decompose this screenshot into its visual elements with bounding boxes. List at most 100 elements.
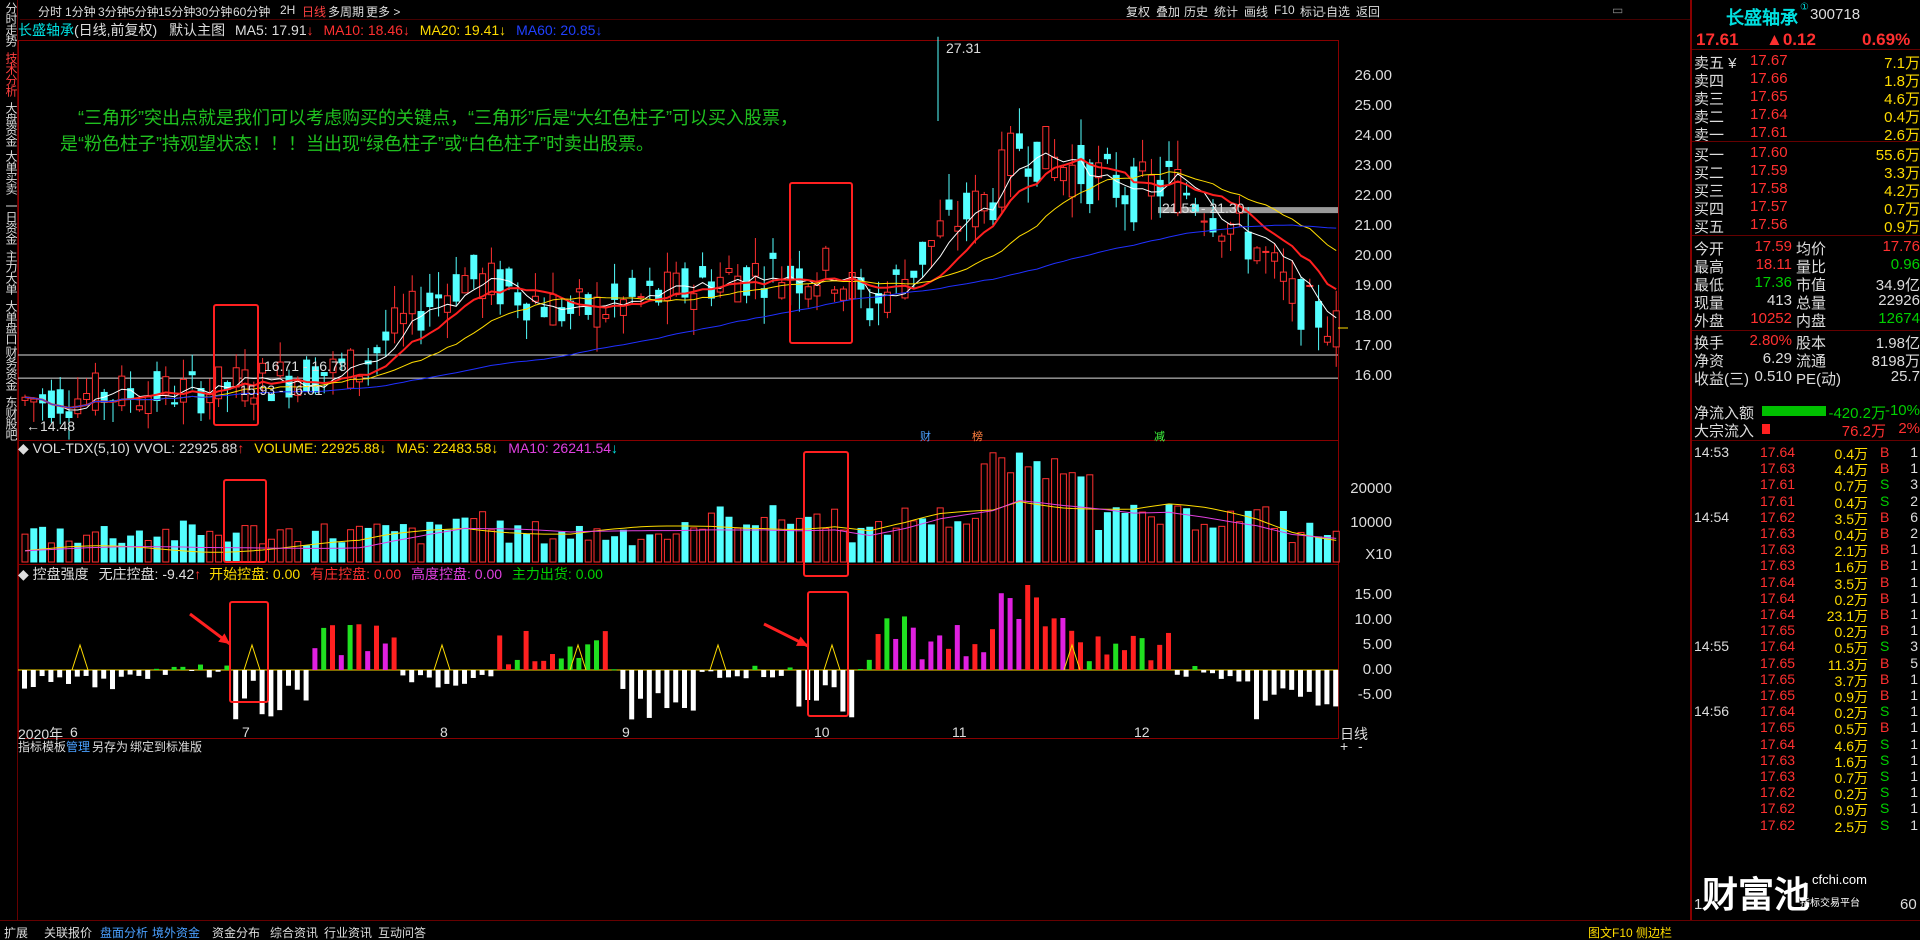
period-9[interactable]: 日线 [302, 3, 326, 20]
event-marker-finance[interactable]: 财 [920, 428, 931, 444]
status-tab-6[interactable]: 综合资讯 [270, 924, 318, 940]
period-2[interactable]: 1分钟 [65, 3, 96, 20]
left-tab-4[interactable]: 大单买卖 [1, 150, 18, 194]
tick-row[interactable]: 14:53 17.64 0.4万 B 1 [1694, 444, 1920, 462]
tick-row[interactable]: 17.64 0.2万 B 1 [1694, 590, 1920, 608]
indicator-tab-4[interactable]: 另存为 [92, 738, 128, 755]
bid-row[interactable]: 买一 17.60 55.6万 [1694, 144, 1920, 164]
toolbar-action-4[interactable]: 统计 [1214, 3, 1238, 20]
left-tab-6[interactable]: 主力大单 [1, 250, 18, 294]
tick-row[interactable]: 17.63 1.6万 S 1 [1694, 752, 1920, 770]
tick-row[interactable]: 17.63 0.4万 B 2 [1694, 525, 1920, 543]
volume-bar [1288, 542, 1296, 563]
toolbar-action-9[interactable]: 返回 [1356, 3, 1380, 20]
left-tab-2[interactable]: 技术分析 [1, 52, 18, 96]
toolbar-action-2[interactable]: 叠加 [1156, 3, 1180, 20]
signal-triangle [243, 643, 261, 671]
ask-row[interactable]: 卖五 ¥17.67 7.1万 [1694, 52, 1920, 72]
status-tab-2[interactable]: 关联报价 [44, 924, 92, 940]
tick-row[interactable]: 17.63 1.6万 B 1 [1694, 557, 1920, 575]
stock-info-icon[interactable]: ① [1800, 2, 1809, 13]
legend-template[interactable]: 默认主图 [169, 22, 225, 38]
indicator-tab-3[interactable]: 管理 [66, 738, 90, 755]
period-6[interactable]: 30分钟 [195, 3, 232, 20]
ask-row[interactable]: 卖三 17.65 4.6万 [1694, 88, 1920, 108]
volume-bar [804, 516, 812, 563]
left-tab-5[interactable]: 一日资金 [1, 200, 18, 244]
tick-row[interactable]: 17.62 0.2万 S 1 [1694, 784, 1920, 802]
indicator-tab-2[interactable]: 模板 [42, 738, 66, 755]
indicator-tab-1[interactable]: 指标 [18, 738, 42, 755]
volume-bar [267, 538, 275, 563]
indicator-tab-5[interactable]: 绑定到 [130, 738, 166, 755]
tick-count: 1 [1910, 768, 1918, 784]
tick-row[interactable]: 14:55 17.64 0.5万 S 3 [1694, 638, 1920, 656]
tick-row[interactable]: 17.65 0.9万 B 1 [1694, 687, 1920, 705]
minimize-icon[interactable]: ▭ [1612, 3, 1623, 17]
period-7[interactable]: 60分钟 [233, 3, 270, 20]
volume-bar [391, 531, 399, 563]
tick-row[interactable]: 17.63 2.1万 B 1 [1694, 541, 1920, 559]
period-10[interactable]: 多周期 [328, 3, 364, 20]
tick-row[interactable]: 17.64 4.6万 S 1 [1694, 736, 1920, 754]
ask-row[interactable]: 卖一 17.61 2.6万 [1694, 124, 1920, 144]
control-bar [1262, 670, 1268, 701]
tick-price: 17.61 [1760, 492, 1796, 509]
tick-row[interactable]: 17.65 0.2万 B 1 [1694, 622, 1920, 640]
tick-row[interactable]: 17.61 0.7万 S 3 [1694, 476, 1920, 494]
tick-row[interactable]: 14:54 17.62 3.5万 B 6 [1694, 509, 1920, 527]
f10-sidebar-toggle[interactable]: 图文F10 侧边栏 [1588, 924, 1672, 940]
period-1[interactable]: 分时 [38, 3, 62, 20]
bid-row[interactable]: 买三 17.58 4.2万 [1694, 180, 1920, 200]
status-tab-8[interactable]: 互动问答 [378, 924, 426, 940]
toolbar-action-1[interactable]: 复权 [1126, 3, 1150, 20]
tick-row[interactable]: 17.62 0.9万 S 1 [1694, 800, 1920, 818]
ask-row[interactable]: 卖四 17.66 1.8万 [1694, 70, 1920, 90]
bid-row[interactable]: 买二 17.59 3.3万 [1694, 162, 1920, 182]
left-tab-1[interactable]: 分时走势 [1, 2, 18, 46]
tick-row[interactable]: 14:56 17.64 0.2万 S 1 [1694, 703, 1920, 721]
left-tab-8[interactable]: 财务资金 [1, 346, 18, 390]
tick-row[interactable]: 17.65 11.3万 B 5 [1694, 655, 1920, 673]
ask-row[interactable]: 卖二 17.64 0.4万 [1694, 106, 1920, 126]
toolbar-action-5[interactable]: 画线 [1244, 3, 1268, 20]
period-4[interactable]: 5分钟 [128, 3, 159, 20]
toolbar-action-8[interactable]: -自选 [1322, 3, 1350, 20]
left-tab-3[interactable]: 大盘资金 [1, 102, 18, 146]
event-marker-reduce[interactable]: 减 [1154, 428, 1165, 444]
period-5[interactable]: 15分钟 [158, 3, 195, 20]
status-tab-5[interactable]: 资金分布 [212, 924, 260, 940]
stock-code: 300718 [1810, 6, 1861, 23]
event-marker-list[interactable]: 榜 [972, 428, 983, 444]
status-tab-3[interactable]: 盘面分析 [100, 924, 148, 940]
zoom-in-button[interactable]: + [1340, 738, 1348, 754]
tick-row[interactable]: 17.65 3.7万 B 1 [1694, 671, 1920, 689]
tick-row[interactable]: 17.63 0.7万 S 1 [1694, 768, 1920, 786]
tick-row[interactable]: 17.63 4.4万 B 1 [1694, 460, 1920, 478]
period-8[interactable]: 2H [280, 3, 295, 17]
tick-row[interactable]: 17.64 3.5万 B 1 [1694, 574, 1920, 592]
indicator-tab-6[interactable]: 标准版 [166, 738, 202, 755]
candle [540, 297, 548, 318]
zoom-out-button[interactable]: - [1358, 738, 1363, 754]
left-tab-9[interactable]: 东财股吧 [1, 396, 18, 440]
bid-row[interactable]: 买五 17.56 0.9万 [1694, 216, 1920, 236]
tick-row[interactable]: 17.62 2.5万 S 1 [1694, 817, 1920, 835]
toolbar-action-6[interactable]: F10 [1274, 3, 1295, 17]
tick-row[interactable]: 17.61 0.4万 S 2 [1694, 492, 1920, 511]
tick-row[interactable]: 17.65 0.5万 B 1 [1694, 719, 1920, 737]
toolbar-action-7[interactable]: 标记 [1300, 3, 1324, 20]
volume-bar [963, 523, 971, 563]
left-tab-7[interactable]: 大单盘口 [1, 300, 18, 344]
status-tab-1[interactable]: 扩展 [4, 924, 28, 940]
bid-row[interactable]: 买四 17.57 0.7万 [1694, 198, 1920, 218]
status-tab-7[interactable]: 行业资讯 [324, 924, 372, 940]
control-bar [585, 644, 591, 670]
status-tab-4[interactable]: 境外资金 [152, 924, 200, 940]
candle [663, 252, 671, 325]
tick-count: 2 [1910, 525, 1918, 541]
period-3[interactable]: 3分钟 [98, 3, 129, 20]
tick-row[interactable]: 17.64 23.1万 B 1 [1694, 606, 1920, 624]
toolbar-action-3[interactable]: 历史 [1184, 3, 1208, 20]
period-11[interactable]: 更多 > [366, 3, 400, 20]
